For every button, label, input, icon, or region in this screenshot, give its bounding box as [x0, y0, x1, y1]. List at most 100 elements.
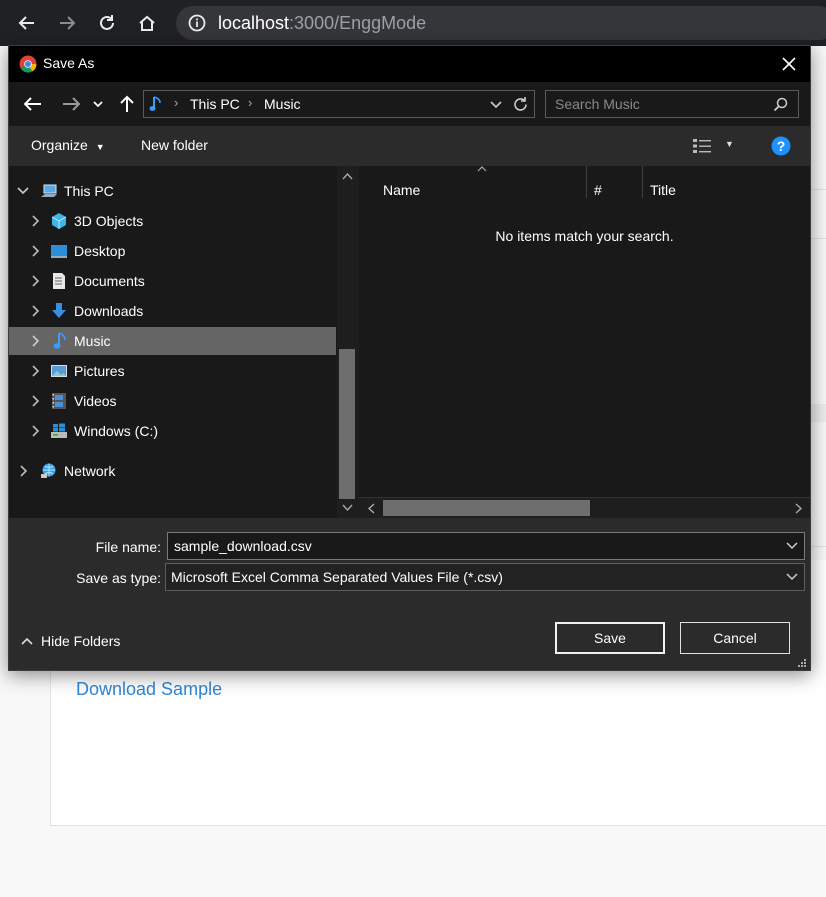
chevron-right-icon[interactable]: [29, 424, 41, 438]
cancel-button[interactable]: Cancel: [680, 622, 790, 654]
chevron-right-icon[interactable]: [29, 394, 41, 408]
column-divider[interactable]: [586, 166, 587, 198]
horizontal-scrollbar[interactable]: [359, 497, 810, 518]
chevron-right-icon[interactable]: [29, 214, 41, 228]
scroll-right-icon[interactable]: [795, 503, 803, 514]
dropdown-arrow-icon: ▼: [95, 142, 105, 152]
tree-item-label: 3D Objects: [74, 213, 144, 229]
navigation-pane: This PC 3D Objects Desktop Documents Dow…: [9, 166, 359, 518]
tree-item-windows-c[interactable]: Windows (C:): [9, 417, 336, 445]
tree-item-label: Documents: [74, 273, 145, 289]
tree-item-this-pc[interactable]: This PC: [9, 177, 336, 205]
drive-icon: [51, 423, 67, 438]
file-name-field[interactable]: sample_download.csv: [167, 532, 805, 560]
column-header-title[interactable]: Title: [650, 182, 676, 198]
chevron-right-icon[interactable]: [29, 244, 41, 258]
scroll-up-icon[interactable]: [342, 172, 353, 180]
home-icon[interactable]: [134, 10, 160, 36]
download-sample-link[interactable]: Download Sample: [76, 679, 222, 700]
breadcrumb-music[interactable]: Music: [264, 96, 301, 112]
dialog-title: Save As: [43, 55, 95, 71]
column-header-number[interactable]: #: [594, 182, 602, 198]
resize-grip-icon[interactable]: [795, 658, 807, 668]
dialog-toolbar: Organize ▼ New folder ▼ ?: [9, 126, 810, 166]
organize-menu-button[interactable]: Organize ▼: [31, 137, 105, 153]
back-arrow-icon[interactable]: [14, 10, 40, 36]
tree-item-music[interactable]: Music: [9, 327, 336, 355]
address-bar[interactable]: localhost:3000/EnggMode: [176, 6, 826, 40]
breadcrumb-separator-icon: ›: [248, 95, 253, 110]
close-button[interactable]: [774, 50, 804, 78]
chevron-right-icon[interactable]: [29, 274, 41, 288]
file-list-pane: Name # Title No items match your search.: [359, 166, 810, 518]
chevron-right-icon[interactable]: [29, 364, 41, 378]
film-icon: [52, 393, 66, 409]
chevron-down-icon[interactable]: [490, 100, 502, 109]
tree-item-label: Windows (C:): [74, 423, 159, 439]
tree-item-label: Music: [74, 333, 111, 349]
up-arrow-icon[interactable]: [115, 92, 139, 116]
reload-icon[interactable]: [94, 10, 120, 36]
search-box[interactable]: [545, 90, 799, 118]
desktop-icon: [51, 245, 67, 258]
music-note-icon: [53, 332, 66, 349]
chevron-right-icon[interactable]: [17, 464, 29, 478]
tree-item-label: Downloads: [74, 303, 144, 319]
tree-item-desktop[interactable]: Desktop: [9, 237, 336, 265]
column-header-name[interactable]: Name: [383, 182, 420, 198]
hide-folders-button[interactable]: Hide Folders: [21, 633, 120, 649]
tree-item-videos[interactable]: Videos: [9, 387, 336, 415]
tree-item-label: This PC: [64, 183, 114, 199]
back-arrow-icon[interactable]: [21, 92, 45, 116]
tree-item-documents[interactable]: Documents: [9, 267, 336, 295]
chevron-down-icon[interactable]: [786, 572, 798, 582]
scrollbar-thumb[interactable]: [339, 349, 355, 499]
breadcrumb-this-pc[interactable]: This PC: [190, 96, 240, 112]
organize-label: Organize: [31, 137, 88, 153]
forward-arrow-icon[interactable]: [59, 92, 83, 116]
column-divider[interactable]: [642, 166, 643, 198]
close-icon: [782, 57, 796, 71]
recent-locations-chevron-icon[interactable]: [90, 92, 106, 116]
empty-state-message: No items match your search.: [495, 228, 674, 244]
breadcrumb[interactable]: › This PC › Music: [143, 90, 535, 118]
search-input[interactable]: [546, 91, 766, 117]
info-icon[interactable]: [188, 14, 206, 32]
chevron-right-icon[interactable]: [29, 304, 41, 318]
tree-item-downloads[interactable]: Downloads: [9, 297, 336, 325]
cube-icon: [51, 213, 67, 229]
scroll-down-icon[interactable]: [342, 504, 353, 512]
tree-item-pictures[interactable]: Pictures: [9, 357, 336, 385]
file-name-label: File name:: [95, 539, 161, 555]
tree-item-label: Pictures: [74, 363, 125, 379]
refresh-icon[interactable]: [512, 96, 529, 113]
breadcrumb-separator-icon: ›: [174, 95, 179, 110]
browser-toolbar: localhost:3000/EnggMode: [0, 0, 826, 46]
dialog-titlebar: Save As: [9, 46, 810, 82]
music-note-icon: [149, 96, 161, 111]
save-as-type-select[interactable]: Microsoft Excel Comma Separated Values F…: [165, 563, 805, 591]
tree-item-3d-objects[interactable]: 3D Objects: [9, 207, 336, 235]
file-name-value: sample_download.csv: [174, 538, 312, 554]
view-options-button[interactable]: ▼: [693, 138, 734, 159]
search-icon[interactable]: [773, 97, 788, 112]
tree-item-label: Desktop: [74, 243, 126, 259]
tree-item-label: Videos: [74, 393, 117, 409]
chevron-up-icon: [21, 637, 33, 645]
save-as-dialog: Save As › This PC › Music Search Music O…: [8, 45, 811, 671]
picture-icon: [51, 365, 67, 377]
chevron-down-icon[interactable]: [786, 541, 798, 551]
vertical-scrollbar[interactable]: [337, 166, 359, 518]
chevron-right-icon[interactable]: [29, 334, 41, 348]
new-folder-button[interactable]: New folder: [141, 137, 208, 153]
chrome-logo-icon: [19, 55, 37, 73]
document-icon: [53, 273, 65, 289]
tree-item-network[interactable]: Network: [9, 457, 336, 485]
chevron-down-icon[interactable]: [17, 184, 29, 198]
scroll-left-icon[interactable]: [367, 503, 375, 514]
scrollbar-thumb[interactable]: [383, 500, 590, 516]
forward-arrow-icon[interactable]: [54, 10, 80, 36]
dropdown-arrow-icon: ▼: [725, 139, 734, 149]
help-icon[interactable]: ?: [771, 136, 791, 156]
save-button[interactable]: Save: [555, 622, 665, 654]
